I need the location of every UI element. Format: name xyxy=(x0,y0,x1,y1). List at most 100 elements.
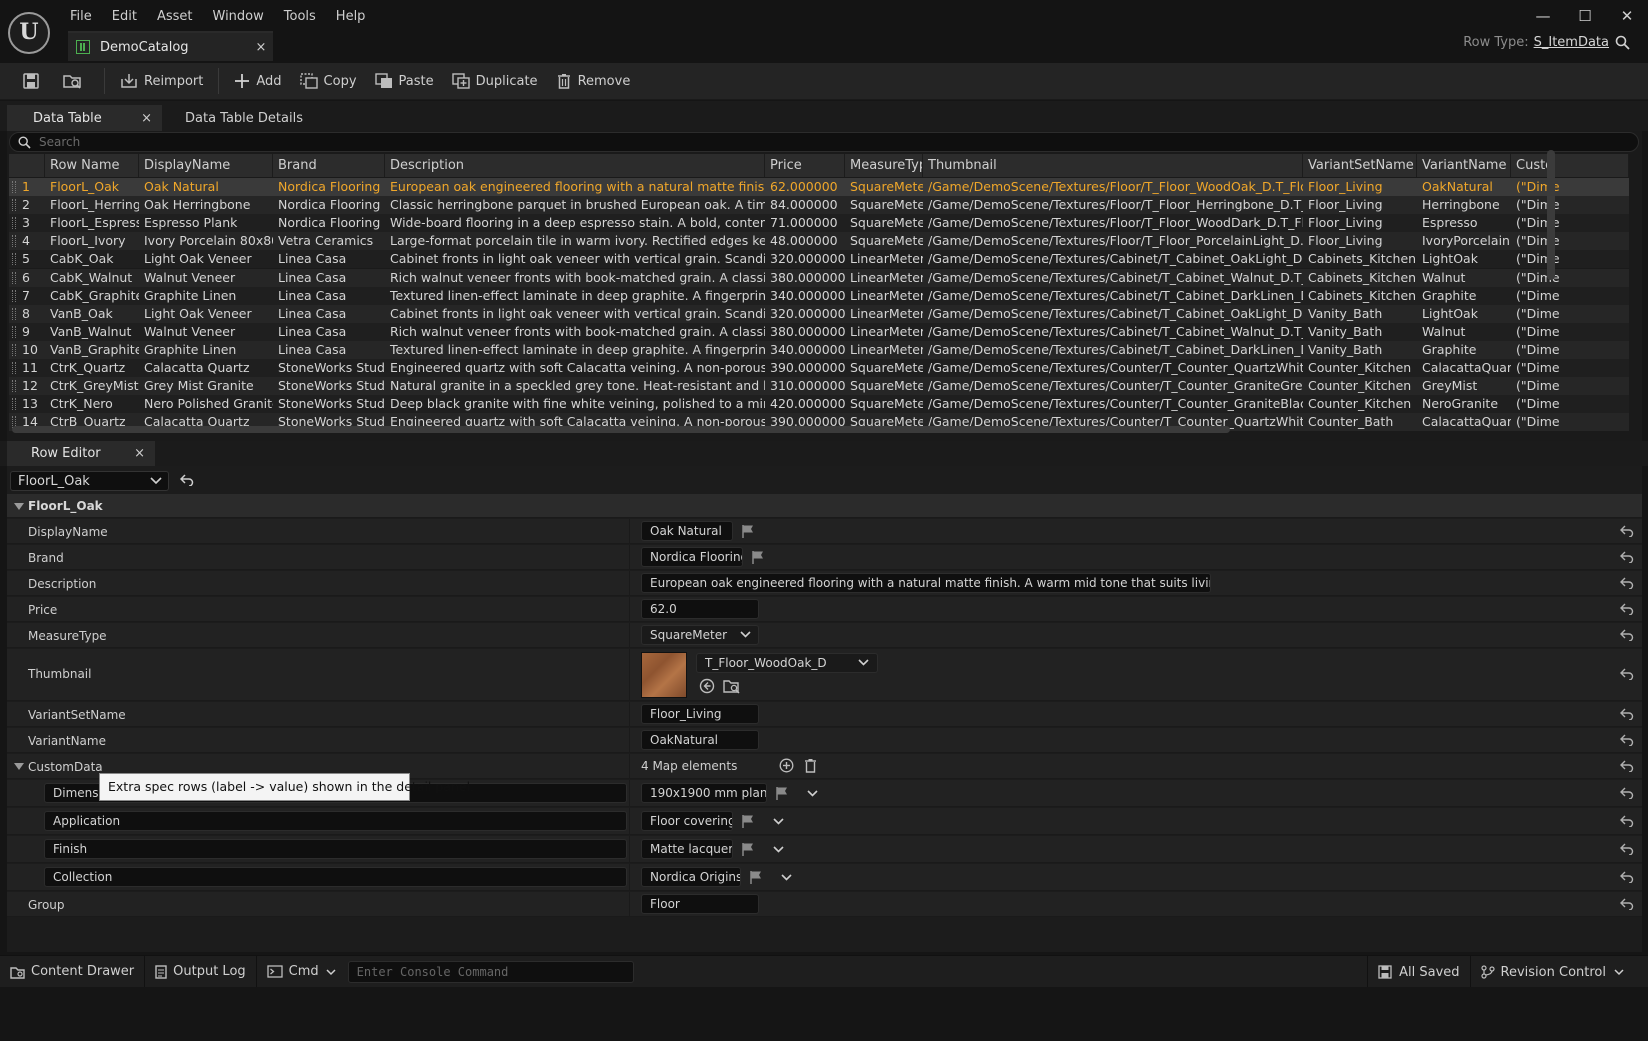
map-key-field[interactable]: Finish xyxy=(44,839,627,859)
thumbnail-asset-dropdown[interactable]: T_Floor_WoodOak_D xyxy=(696,653,878,673)
menu-tools[interactable]: Tools xyxy=(274,7,326,27)
brand-field[interactable]: Nordica Flooring xyxy=(641,547,743,567)
search-input[interactable] xyxy=(39,135,1539,149)
localize-flag-icon[interactable] xyxy=(751,550,765,564)
add-element-icon[interactable] xyxy=(779,758,794,773)
table-row[interactable]: 9 VanB_Walnut Walnut Veneer Linea Casa Rich … xyxy=(9,322,1629,341)
table-row[interactable]: 3 FloorL_Espresso Espresso Plank Nordica Fl… xyxy=(9,214,1629,233)
map-value-field[interactable]: Nordica Origins xyxy=(641,867,741,887)
reset-arrow-icon[interactable] xyxy=(1620,525,1634,537)
drag-handle-icon[interactable] xyxy=(12,362,16,374)
reset-arrow-icon[interactable] xyxy=(1620,577,1634,589)
localize-flag-icon[interactable] xyxy=(775,786,789,800)
table-row[interactable]: 13 CtrK_Nero Nero Polished Granite StoneWor… xyxy=(9,395,1629,414)
drag-handle-icon[interactable] xyxy=(12,253,16,266)
localize-flag-icon[interactable] xyxy=(741,524,755,538)
price-field[interactable]: 62.0 xyxy=(641,599,759,619)
close-tab-button[interactable]: × xyxy=(249,40,273,55)
reset-arrow-icon[interactable] xyxy=(180,474,194,486)
vertical-scrollbar[interactable] xyxy=(1547,150,1555,280)
map-value-field[interactable]: 190x1900 mm planks xyxy=(641,783,767,803)
collapse-triangle-icon[interactable] xyxy=(14,503,24,510)
reset-arrow-icon[interactable] xyxy=(1620,603,1634,615)
drag-handle-icon[interactable] xyxy=(12,289,16,302)
localize-flag-icon[interactable] xyxy=(741,814,755,828)
category-header[interactable]: FloorL_Oak xyxy=(7,494,1642,518)
drag-handle-icon[interactable] xyxy=(12,181,16,193)
reset-arrow-icon[interactable] xyxy=(1620,898,1634,910)
add-button[interactable]: Add xyxy=(225,67,290,95)
close-window-button[interactable]: ✕ xyxy=(1606,4,1648,28)
column-header[interactable]: VariantSetName xyxy=(1303,154,1417,177)
remove-button[interactable]: Remove xyxy=(547,67,640,95)
table-row[interactable]: 5 CabK_Oak Light Oak Veneer Linea Casa Cabin… xyxy=(9,250,1629,269)
row-selector-dropdown[interactable]: FloorL_Oak xyxy=(10,471,169,491)
table-row[interactable]: 6 CabK_Walnut Walnut Veneer Linea Casa Rich … xyxy=(9,268,1629,287)
column-header[interactable]: Thumbnail xyxy=(923,154,1303,177)
description-field[interactable]: European oak engineered flooring with a … xyxy=(641,573,1211,593)
column-header[interactable]: Custo xyxy=(1511,154,1629,177)
drag-handle-icon[interactable] xyxy=(12,271,16,284)
reset-arrow-icon[interactable] xyxy=(1620,843,1634,855)
map-value-field[interactable]: Matte lacquer xyxy=(641,839,733,859)
drag-handle-icon[interactable] xyxy=(12,325,16,338)
reset-arrow-icon[interactable] xyxy=(1620,760,1634,772)
drag-handle-icon[interactable] xyxy=(12,217,16,230)
tab-data-table-details[interactable]: Data Table Details xyxy=(185,105,303,131)
tab-row-editor[interactable]: Row Editor × xyxy=(7,441,155,466)
chevron-down-icon[interactable] xyxy=(807,789,818,798)
reset-arrow-icon[interactable] xyxy=(1620,668,1634,680)
display-name-field[interactable]: Oak Natural xyxy=(641,521,733,541)
revision-control-button[interactable]: Revision Control xyxy=(1471,956,1648,988)
reset-arrow-icon[interactable] xyxy=(1620,708,1634,720)
minimize-button[interactable]: — xyxy=(1522,4,1564,28)
trash-icon[interactable] xyxy=(804,758,817,773)
close-row-editor-tab[interactable]: × xyxy=(134,441,145,466)
drag-handle-icon[interactable] xyxy=(12,199,16,212)
column-header[interactable]: Price xyxy=(765,154,845,177)
output-log-button[interactable]: Output Log xyxy=(145,955,257,988)
unreal-logo[interactable]: U xyxy=(8,12,50,54)
table-row[interactable]: 10 VanB_Graphite Graphite Linen Linea Casa T… xyxy=(9,340,1629,359)
chevron-down-icon[interactable] xyxy=(781,873,792,882)
reset-arrow-icon[interactable] xyxy=(1620,787,1634,799)
drag-handle-icon[interactable] xyxy=(12,380,16,393)
menu-file[interactable]: File xyxy=(60,7,102,27)
column-header[interactable]: DisplayName xyxy=(139,154,273,177)
variant-set-name-field[interactable]: Floor_Living xyxy=(641,704,759,724)
table-row[interactable]: 8 VanB_Oak Light Oak Veneer Linea Casa Cabin… xyxy=(9,304,1629,323)
table-row[interactable]: 12 CtrK_GreyMist Grey Mist Granite StoneWor… xyxy=(9,377,1629,396)
drag-handle-icon[interactable] xyxy=(12,235,16,248)
drag-handle-icon[interactable] xyxy=(12,343,16,356)
menu-help[interactable]: Help xyxy=(326,7,376,27)
tab-data-table[interactable]: Data Table × xyxy=(7,105,162,131)
drag-handle-icon[interactable] xyxy=(12,307,16,320)
all-saved-button[interactable]: All Saved xyxy=(1367,956,1471,988)
reset-arrow-icon[interactable] xyxy=(1620,629,1634,641)
column-header[interactable]: Row Name xyxy=(45,154,139,177)
column-header[interactable]: Brand xyxy=(273,154,385,177)
duplicate-button[interactable]: Duplicate xyxy=(443,67,547,95)
maximize-button[interactable]: ☐ xyxy=(1564,4,1606,28)
column-header[interactable]: Description xyxy=(385,154,765,177)
menu-edit[interactable]: Edit xyxy=(102,7,147,27)
copy-button[interactable]: Copy xyxy=(291,67,366,95)
menu-window[interactable]: Window xyxy=(203,7,274,27)
table-row[interactable]: 4 FloorL_Ivory Ivory Porcelain 80x80 Vetra … xyxy=(9,232,1629,251)
paste-button[interactable]: Paste xyxy=(366,67,443,95)
table-row[interactable]: 1 FloorL_Oak Oak Natural Nordica Flooring Eu… xyxy=(9,178,1629,196)
search-icon[interactable] xyxy=(1615,35,1630,50)
map-value-field[interactable]: Floor covering xyxy=(641,811,733,831)
document-tab[interactable]: DemoCatalog × xyxy=(68,31,273,61)
table-row[interactable]: 7 CabK_Graphite Graphite Linen Linea Casa Te… xyxy=(9,286,1629,305)
use-selected-icon[interactable] xyxy=(699,678,715,694)
map-key-field[interactable]: Collection xyxy=(44,867,627,887)
save-button[interactable] xyxy=(14,67,54,95)
localize-flag-icon[interactable] xyxy=(741,842,755,856)
drag-handle-icon[interactable] xyxy=(12,398,16,411)
variant-name-field[interactable]: OakNatural xyxy=(641,730,759,750)
column-header[interactable]: VariantName xyxy=(1417,154,1511,177)
collapse-triangle-icon[interactable] xyxy=(14,763,24,770)
browse-button[interactable] xyxy=(54,67,98,95)
reset-arrow-icon[interactable] xyxy=(1620,551,1634,563)
